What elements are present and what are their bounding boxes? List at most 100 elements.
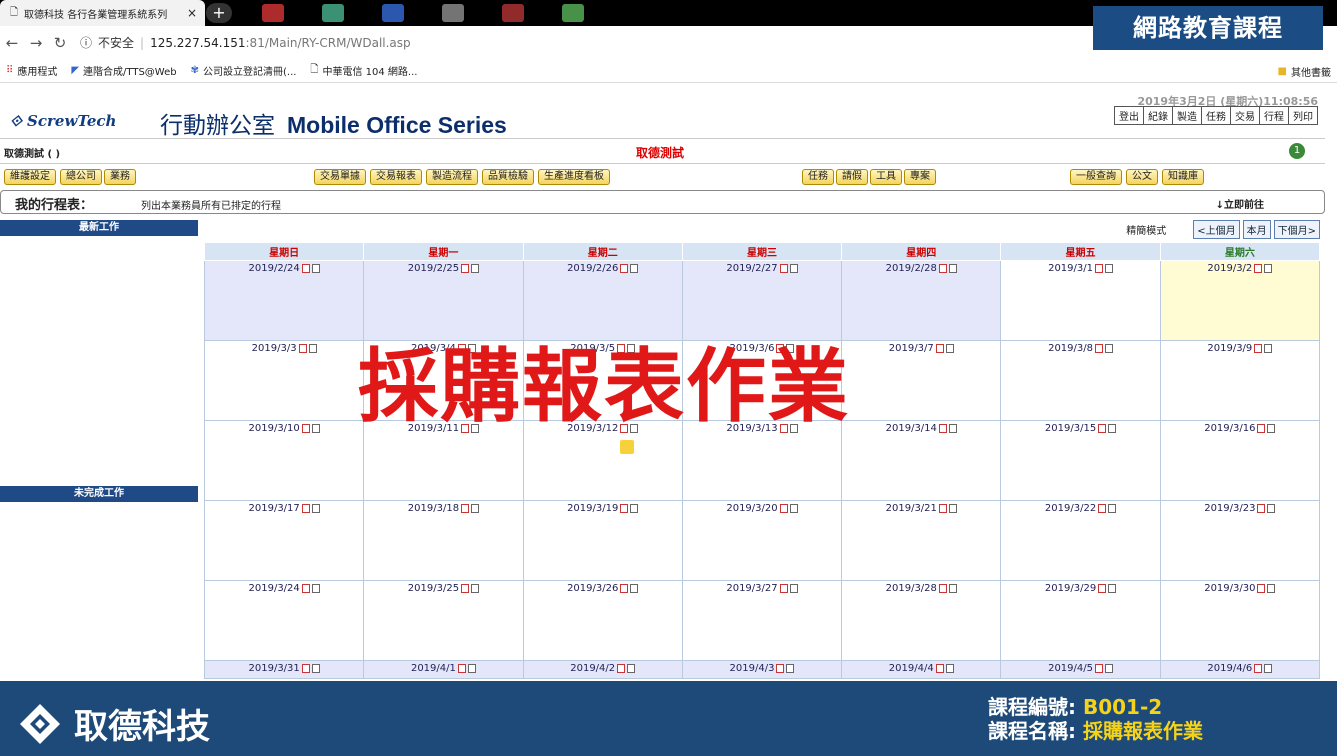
other-bookmarks[interactable]: ■ 其他書籤 [1278, 64, 1331, 79]
day-date-link[interactable]: 2019/2/28 [886, 263, 937, 274]
add-event-icon[interactable] [779, 583, 788, 593]
menu-records[interactable]: 紀錄 [1143, 107, 1172, 124]
day-date-link[interactable]: 2019/2/24 [249, 263, 300, 274]
nav-production-board[interactable]: 生產進度看板 [538, 169, 610, 185]
this-month-button[interactable]: 本月 [1242, 220, 1271, 239]
new-tab-button[interactable]: + [206, 3, 232, 23]
day-date-link[interactable]: 2019/3/29 [1045, 583, 1096, 594]
day-date-link[interactable]: 2019/2/25 [408, 263, 459, 274]
calendar-day-cell[interactable]: 2019/3/25 [363, 580, 524, 661]
note-icon[interactable] [789, 583, 798, 593]
add-event-icon[interactable] [620, 263, 629, 273]
goto-button[interactable]: ↓立即前往 [1216, 196, 1264, 211]
note-icon[interactable] [948, 503, 957, 513]
calendar-day-cell[interactable]: 2019/3/31 [203, 660, 365, 679]
day-date-link[interactable]: 2019/3/7 [889, 343, 934, 354]
bookmark-company[interactable]: ✾ 公司設立登記清冊(... [191, 63, 297, 78]
nav-general-query[interactable]: 一般查詢 [1070, 169, 1122, 185]
calendar-day-cell[interactable]: 2019/3/8 [1000, 340, 1161, 421]
calendar-day-cell[interactable]: 2019/4/4 [841, 660, 1002, 679]
note-icon[interactable] [471, 583, 480, 593]
calendar-day-cell[interactable]: 2019/4/2 [522, 660, 683, 679]
notification-badge[interactable]: 1 [1289, 143, 1305, 159]
calendar-day-cell[interactable]: 2019/3/17 [203, 500, 365, 581]
day-date-link[interactable]: 2019/3/25 [408, 583, 459, 594]
day-date-link[interactable]: 2019/3/30 [1204, 583, 1255, 594]
note-icon[interactable] [786, 663, 795, 673]
calendar-day-cell[interactable]: 2019/4/1 [363, 660, 524, 679]
add-event-icon[interactable] [301, 423, 310, 433]
add-event-icon[interactable] [1257, 503, 1266, 513]
note-icon[interactable] [311, 423, 320, 433]
calendar-day-cell[interactable]: 2019/3/21 [841, 500, 1002, 581]
add-event-icon[interactable] [301, 663, 310, 673]
add-event-icon[interactable] [457, 663, 466, 673]
calendar-day-cell[interactable]: 2019/3/26 [522, 580, 683, 661]
browser-tab[interactable]: 🗋 取德科技 各行各業管理系統系列 × [0, 0, 205, 26]
add-event-icon[interactable] [779, 503, 788, 513]
add-event-icon[interactable] [938, 583, 947, 593]
note-icon[interactable] [1108, 503, 1117, 513]
add-event-icon[interactable] [1257, 423, 1266, 433]
app-icon[interactable] [442, 4, 464, 22]
day-date-link[interactable]: 2019/3/14 [886, 423, 937, 434]
note-icon[interactable] [467, 663, 476, 673]
add-event-icon[interactable] [1254, 663, 1263, 673]
note-icon[interactable] [630, 263, 639, 273]
day-date-link[interactable]: 2019/4/6 [1207, 663, 1252, 674]
menu-tasks[interactable]: 任務 [1201, 107, 1230, 124]
add-event-icon[interactable] [301, 263, 310, 273]
note-icon[interactable] [945, 663, 954, 673]
nav-trade-docs[interactable]: 交易單據 [314, 169, 366, 185]
calendar-day-cell[interactable]: 2019/3/19 [522, 500, 683, 581]
add-event-icon[interactable] [620, 583, 629, 593]
add-event-icon[interactable] [1098, 583, 1107, 593]
calendar-day-cell[interactable]: 2019/3/24 [203, 580, 365, 661]
note-icon[interactable] [627, 663, 636, 673]
menu-trade[interactable]: 交易 [1230, 107, 1259, 124]
day-date-link[interactable]: 2019/3/21 [886, 503, 937, 514]
nav-tools[interactable]: 工具 [870, 169, 902, 185]
add-event-icon[interactable] [298, 343, 307, 353]
calendar-day-cell[interactable]: 2019/3/29 [1000, 580, 1161, 661]
day-date-link[interactable]: 2019/4/5 [1048, 663, 1093, 674]
nav-tasks[interactable]: 任務 [802, 169, 834, 185]
day-date-link[interactable]: 2019/2/27 [726, 263, 777, 274]
note-icon[interactable] [1264, 663, 1273, 673]
nav-knowledge[interactable]: 知識庫 [1162, 169, 1204, 185]
day-date-link[interactable]: 2019/3/9 [1207, 343, 1252, 354]
add-event-icon[interactable] [1098, 423, 1107, 433]
calendar-day-cell[interactable]: 2019/4/3 [681, 660, 843, 679]
day-date-link[interactable]: 2019/3/17 [249, 503, 300, 514]
day-date-link[interactable]: 2019/3/23 [1204, 503, 1255, 514]
day-date-link[interactable]: 2019/4/3 [730, 663, 775, 674]
note-icon[interactable] [945, 343, 954, 353]
add-event-icon[interactable] [461, 583, 470, 593]
note-icon[interactable] [1105, 343, 1113, 353]
calendar-day-cell[interactable]: 2019/3/16 [1159, 420, 1321, 501]
add-event-icon[interactable] [938, 263, 947, 273]
app-icon[interactable] [322, 4, 344, 22]
calendar-day-cell[interactable]: 2019/4/6 [1159, 660, 1321, 679]
menu-schedule[interactable]: 行程 [1259, 107, 1288, 124]
add-event-icon[interactable] [301, 583, 310, 593]
compact-mode-link[interactable]: 精簡模式 [1126, 222, 1166, 237]
calendar-day-cell[interactable]: 2019/3/30 [1159, 580, 1321, 661]
calendar-day-cell[interactable]: 2019/3/7 [841, 340, 1002, 421]
note-icon[interactable] [471, 503, 480, 513]
add-event-icon[interactable] [938, 503, 947, 513]
day-date-link[interactable]: 2019/3/20 [726, 503, 777, 514]
reload-icon[interactable]: ↻ [48, 34, 72, 52]
calendar-day-cell[interactable]: 2019/3/20 [681, 500, 843, 581]
nav-documents[interactable]: 公文 [1126, 169, 1158, 185]
day-date-link[interactable]: 2019/3/15 [1045, 423, 1096, 434]
add-event-icon[interactable] [935, 343, 944, 353]
day-date-link[interactable]: 2019/3/31 [249, 663, 300, 674]
app-icon[interactable] [502, 4, 524, 22]
note-icon[interactable] [1108, 423, 1117, 433]
day-date-link[interactable]: 2019/3/3 [252, 343, 297, 354]
nav-headquarters[interactable]: 總公司 [60, 169, 102, 185]
add-event-icon[interactable] [1095, 663, 1103, 673]
add-event-icon[interactable] [1095, 343, 1103, 353]
note-icon[interactable] [1108, 583, 1117, 593]
